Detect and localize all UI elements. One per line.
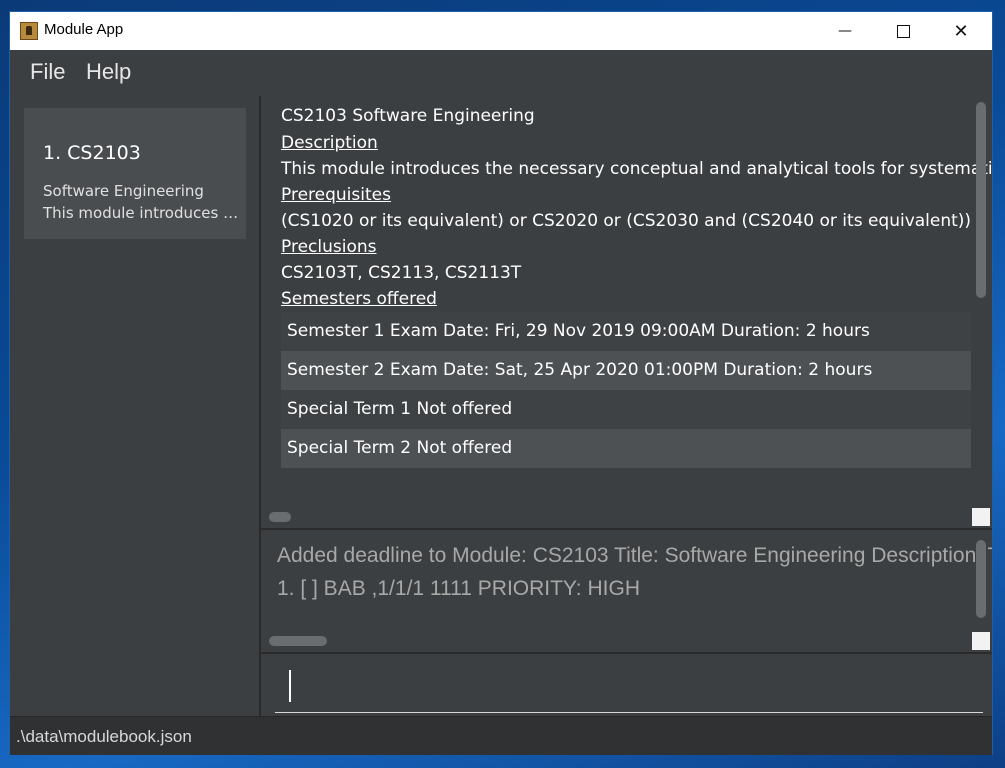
save-location: .\data\modulebook.json xyxy=(16,727,192,746)
semester-row[interactable]: Special Term 1 Not offered xyxy=(281,390,971,429)
module-card-description: This module introduces t... xyxy=(43,204,239,222)
semester-row[interactable]: Semester 2 Exam Date: Sat, 25 Apr 2020 0… xyxy=(281,351,971,390)
menu-help[interactable]: Help xyxy=(86,59,131,85)
prerequisites-text: (CS1020 or its equivalent) or CS2020 or … xyxy=(281,211,972,231)
maximize-icon xyxy=(896,24,910,38)
preclusions-text: CS2103T, CS2113, CS2113T xyxy=(281,263,522,283)
semesters-table: Semester 1 Exam Date: Fri, 29 Nov 2019 0… xyxy=(281,312,971,468)
app-icon xyxy=(20,22,38,40)
detail-vertical-scrollbar[interactable] xyxy=(976,102,986,298)
detail-horizontal-scrollbar[interactable] xyxy=(269,512,291,522)
status-bar: .\data\modulebook.json xyxy=(10,716,992,755)
command-input[interactable] xyxy=(275,662,983,713)
minimize-button[interactable]: — xyxy=(816,12,874,50)
result-vertical-scrollbar[interactable] xyxy=(976,540,986,618)
semester-row[interactable]: Special Term 2 Not offered xyxy=(281,429,971,468)
menu-file[interactable]: File xyxy=(30,59,65,85)
semesters-label: Semesters offered xyxy=(281,289,437,309)
module-detail-panel: CS2103 Software Engineering Description … xyxy=(261,96,992,528)
module-card-name: Software Engineering xyxy=(43,182,204,200)
command-box xyxy=(261,652,992,718)
close-button[interactable]: ✕ xyxy=(932,12,990,50)
result-horizontal-scrollbar[interactable] xyxy=(269,636,327,646)
result-line-1: Added deadline to Module: CS2103 Title: … xyxy=(277,544,992,567)
maximize-button[interactable] xyxy=(874,12,932,50)
app-window: Module App — ✕ File Help 1. CS2103 Softw… xyxy=(10,12,992,755)
detail-header: CS2103 Software Engineering xyxy=(281,106,535,126)
window-title: Module App xyxy=(44,21,124,38)
minimize-icon: — xyxy=(838,23,852,39)
scroll-corner xyxy=(972,508,990,526)
preclusions-label: Preclusions xyxy=(281,237,377,257)
semester-row[interactable]: Semester 1 Exam Date: Fri, 29 Nov 2019 0… xyxy=(281,312,971,351)
result-line-2: 1. [ ] BAB ,1/1/1 1111 PRIORITY: HIGH xyxy=(277,577,640,600)
result-display: Added deadline to Module: CS2103 Title: … xyxy=(261,528,992,654)
scroll-corner xyxy=(972,632,990,650)
menu-bar: File Help xyxy=(10,50,992,97)
text-cursor xyxy=(289,670,291,702)
close-icon: ✕ xyxy=(953,20,969,42)
module-card-title: 1. CS2103 xyxy=(43,142,141,164)
description-text: This module introduces the necessary con… xyxy=(281,159,992,179)
title-bar: Module App — ✕ xyxy=(10,12,992,50)
prerequisites-label: Prerequisites xyxy=(281,185,391,205)
module-list-panel: 1. CS2103 Software Engineering This modu… xyxy=(10,96,261,716)
description-label: Description xyxy=(281,133,378,153)
module-card[interactable]: 1. CS2103 Software Engineering This modu… xyxy=(24,108,246,239)
